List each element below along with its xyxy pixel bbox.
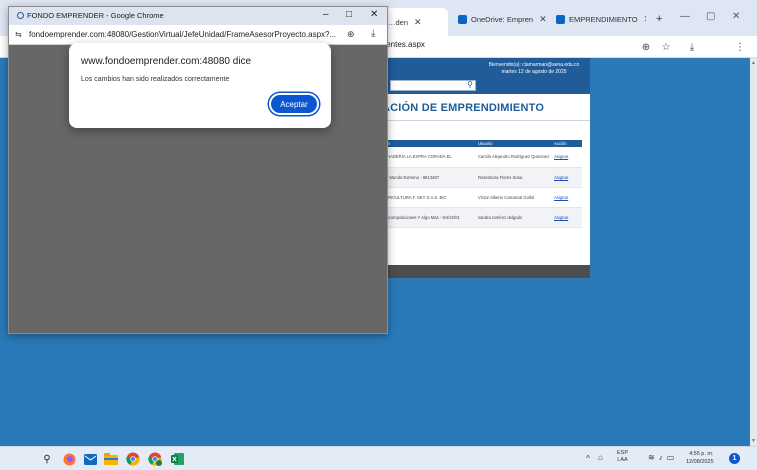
assign-link[interactable]: Asignar (552, 207, 582, 228)
projects-table: Plan Usuario Acción TAHADERÍA LA EXPRA C… (380, 140, 582, 228)
page-header: ⚲ Bienvenido(a): clamarman@sena.edu.co m… (380, 58, 590, 94)
table-row: AGRICULTURA F. SEY S.A.S. BIC Víctor Alb… (380, 187, 582, 208)
page-title: ACIÓN DE EMPRENDIMIENTO (382, 102, 545, 114)
site-favicon-icon (17, 12, 24, 19)
user-cell: Camilo Alejandro Rodríguez Quinonez (476, 147, 552, 168)
page-scrollbar[interactable]: ▲ ▼ (750, 58, 757, 446)
popup-url[interactable]: fondoemprender.com:48080/GestionVirtual/… (29, 30, 336, 39)
file-explorer-icon[interactable] (104, 452, 118, 466)
page-footer (380, 265, 590, 278)
plan-cell: descomposiciones Y Algo Mas - 9/4/22/01 (380, 207, 476, 228)
assign-link[interactable]: Asignar (552, 147, 582, 168)
table-row: TAHADERÍA LA EXPRA CORADA EL Camilo Alej… (380, 147, 582, 168)
plan-cell: Del Mundo Extremo - 9813487 (380, 167, 476, 188)
clock-date: 12/08/2025 (686, 459, 714, 465)
table-row: descomposiciones Y Algo Mas - 9/4/22/01 … (380, 207, 582, 228)
column-header: Acción (552, 140, 582, 147)
download-icon[interactable]: ⤓ (371, 28, 375, 39)
excel-icon[interactable] (170, 452, 184, 466)
content-panel: ⚲ Bienvenido(a): clamarman@sena.edu.co m… (380, 58, 590, 278)
keyboard-layout: LAA (617, 457, 628, 463)
kebab-menu-icon[interactable]: ⋮ (732, 39, 748, 55)
language-code: ESP (617, 450, 629, 456)
column-header: Plan (380, 140, 476, 147)
tray-app-icon[interactable]: ⌂ (598, 453, 603, 462)
popup-title-text: FONDO EMPRENDER - Google Chrome (27, 11, 164, 20)
clock-time: 4:55 p. m. (689, 451, 714, 457)
user-cell: Víctor Alberto Carrascal Gollol (476, 187, 552, 208)
scroll-down-icon[interactable]: ▼ (751, 438, 756, 444)
scroll-up-icon[interactable]: ▲ (751, 60, 756, 66)
popup-close-button[interactable]: ✕ (370, 9, 378, 20)
alert-title: www.fondoemprender.com:48080 dice (81, 56, 252, 67)
minimize-button[interactable]: — (680, 11, 690, 22)
onedrive-icon (556, 14, 565, 24)
mail-icon[interactable] (83, 452, 97, 466)
tab-close-icon[interactable]: ✕ (539, 14, 546, 25)
language-indicator[interactable]: ESP LAA (617, 450, 628, 464)
site-settings-icon[interactable]: ⇆ (15, 30, 22, 39)
maximize-button[interactable]: ▢ (706, 11, 715, 22)
zoom-icon[interactable]: ⊕ (638, 39, 654, 55)
search-input[interactable]: ⚲ (390, 80, 476, 91)
popup-titlebar[interactable]: FONDO EMPRENDER - Google Chrome – □ ✕ (9, 7, 387, 25)
tab-label: EMPRENDIMIENTO (569, 14, 638, 24)
download-icon[interactable]: ⤓ (684, 39, 700, 55)
column-header: Usuario (476, 140, 552, 147)
alert-dialog: www.fondoemprender.com:48080 dice Los ca… (69, 43, 331, 128)
volume-icon[interactable]: ♪ (659, 453, 667, 462)
taskbar: ⚲ ^ ⌂ ESP LAA ≋♪▭ 4:55 p. m. 12/08/2025 … (0, 446, 757, 470)
plan-cell: AGRICULTURA F. SEY S.A.S. BIC (380, 187, 476, 208)
search-icon[interactable]: ⚲ (467, 80, 473, 89)
tab-label: OneDrive: Empren (471, 14, 534, 24)
close-button[interactable]: ✕ (732, 11, 740, 22)
popup-minimize-button[interactable]: – (323, 9, 329, 20)
tab-onedrive[interactable]: OneDrive: Empren ✕ (452, 9, 546, 29)
tab-active[interactable]: …den ✕ (382, 8, 448, 36)
accept-button[interactable]: Aceptar (269, 93, 319, 115)
welcome-text: Bienvenido(a): clamarman@sena.edu.co mar… (488, 62, 580, 75)
popup-maximize-button[interactable]: □ (346, 9, 352, 20)
chrome-profile-icon[interactable] (148, 452, 162, 466)
new-tab-button[interactable]: + (650, 9, 666, 29)
onedrive-icon (458, 14, 467, 24)
table-row: Del Mundo Extremo - 9813487 Rosenbora Fl… (380, 167, 582, 188)
start-icon[interactable] (17, 453, 30, 466)
taskbar-clock[interactable]: 4:55 p. m. 12/08/2025 (686, 450, 714, 466)
assign-link[interactable]: Asignar (552, 187, 582, 208)
firefox-icon[interactable] (62, 452, 76, 466)
divider (380, 120, 590, 121)
tray-overflow-chevron-icon[interactable]: ^ (586, 454, 590, 463)
battery-icon[interactable]: ▭ (667, 453, 679, 462)
user-cell: sandra ramírez delgado (476, 207, 552, 228)
popup-address-bar: ⇆ fondoemprender.com:48080/GestionVirtua… (9, 25, 387, 45)
search-icon[interactable]: ⚲ (40, 452, 54, 466)
assign-link[interactable]: Asignar (552, 167, 582, 188)
wifi-icon[interactable]: ≋ (648, 453, 659, 462)
tab-emprendimiento[interactable]: EMPRENDIMIENTO ✕ (550, 9, 646, 29)
tab-label: …den (388, 17, 409, 27)
chrome-icon[interactable] (126, 452, 140, 466)
plan-cell: TAHADERÍA LA EXPRA CORADA EL (380, 147, 476, 168)
tab-close-icon[interactable]: ✕ (414, 17, 422, 28)
bookmark-star-icon[interactable]: ☆ (658, 39, 674, 55)
user-cell: Rosenbora Flores Sosa (476, 167, 552, 188)
tab-close-icon[interactable]: ✕ (644, 14, 646, 25)
zoom-icon[interactable]: ⊕ (347, 29, 355, 40)
alert-message: Los cambios han sido realizados correcta… (81, 76, 230, 83)
notification-badge[interactable]: 1 (729, 453, 740, 464)
